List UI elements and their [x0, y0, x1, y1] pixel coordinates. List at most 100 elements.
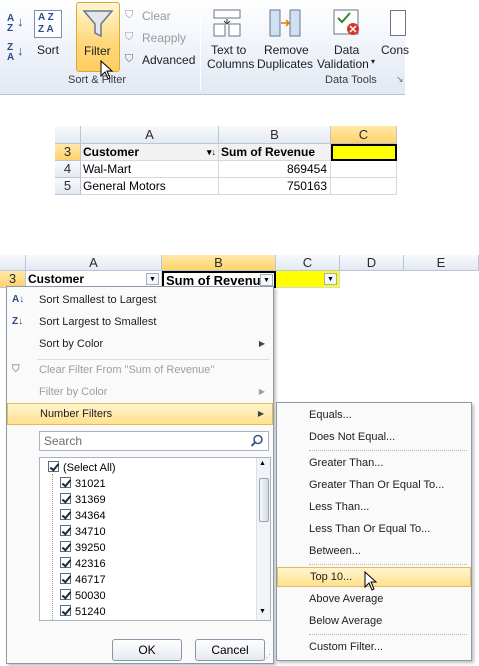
- menu-sort-smallest[interactable]: A↓ Sort Smallest to Largest: [7, 289, 273, 311]
- ok-button[interactable]: OK: [112, 639, 182, 661]
- sort-button-label[interactable]: Sort: [37, 43, 59, 57]
- filter-dropdown-c-button[interactable]: ▼: [324, 273, 337, 285]
- column-header-a-2[interactable]: A: [26, 255, 162, 271]
- submenu-custom-filter[interactable]: Custom Filter...: [277, 637, 471, 657]
- list-item[interactable]: 46717: [60, 572, 106, 588]
- checkbox[interactable]: [60, 541, 71, 552]
- submenu-does-not-equal[interactable]: Does Not Equal...: [277, 427, 471, 447]
- checkbox[interactable]: [60, 525, 71, 536]
- mouse-cursor-icon-2: [364, 571, 378, 591]
- cell-b5[interactable]: 750163: [219, 178, 331, 195]
- submenu-below-average[interactable]: Below Average: [277, 611, 471, 631]
- cell-c4[interactable]: [331, 161, 397, 178]
- checkbox[interactable]: [60, 589, 71, 600]
- menu-filter-by-color[interactable]: Filter by Color ▶: [7, 381, 273, 403]
- column-header-d[interactable]: D: [340, 255, 404, 271]
- filter-dropdown-b-button[interactable]: ▼: [260, 274, 273, 286]
- scroll-up-icon[interactable]: ▲: [259, 460, 266, 467]
- select-all-corner-2[interactable]: [0, 255, 26, 271]
- column-header-e[interactable]: E: [404, 255, 479, 271]
- submenu-above-average[interactable]: Above Average: [277, 589, 471, 609]
- data-validation-line1[interactable]: Data: [334, 43, 359, 57]
- list-item[interactable]: 42316: [60, 556, 106, 572]
- submenu-greater-than[interactable]: Greater Than...: [277, 453, 471, 473]
- submenu-less-or-equal[interactable]: Less Than Or Equal To...: [277, 519, 471, 539]
- filter-dropdown-a-button[interactable]: ▼: [146, 273, 159, 285]
- sort-za-small-icon[interactable]: ZA: [7, 43, 14, 63]
- list-item-label: 42316: [75, 558, 106, 570]
- clear-button[interactable]: Clear: [142, 9, 171, 23]
- checkbox[interactable]: [60, 557, 71, 568]
- checkbox[interactable]: [60, 573, 71, 584]
- list-scrollbar[interactable]: ▲ ▼: [256, 458, 270, 620]
- menu-clear-filter[interactable]: ⛉ Clear Filter From "Sum of Revenue": [7, 359, 273, 381]
- remove-duplicates-line2[interactable]: Duplicates: [257, 57, 313, 71]
- funnel-icon: [82, 10, 114, 38]
- cell-a3[interactable]: Customer ▾↓: [81, 144, 219, 161]
- advanced-button[interactable]: Advanced: [142, 53, 195, 67]
- list-item[interactable]: 34710: [60, 524, 106, 540]
- sort-az-small-icon[interactable]: AZ: [7, 14, 14, 34]
- list-item[interactable]: (Select All): [48, 460, 116, 476]
- column-header-b[interactable]: B: [219, 126, 331, 144]
- search-input[interactable]: Search: [39, 431, 269, 451]
- row-header-4[interactable]: 4: [55, 161, 81, 178]
- submenu-equals[interactable]: Equals...: [277, 405, 471, 425]
- submenu-divider: [309, 450, 467, 451]
- cell-c5[interactable]: [331, 178, 397, 195]
- text-to-columns-line2[interactable]: Columns: [207, 57, 254, 71]
- data-tools-dialog-launcher-icon[interactable]: ↘: [396, 74, 404, 85]
- checkbox[interactable]: [60, 493, 71, 504]
- worksheet-top: A B C 3 4 5 Customer ▾↓ Sum of Revenue W…: [0, 114, 405, 195]
- list-item[interactable]: 31021: [60, 476, 106, 492]
- data-validation-line2[interactable]: Validation: [317, 57, 369, 71]
- data-validation-dropdown-arrow[interactable]: ▾: [371, 57, 375, 66]
- list-item[interactable]: 31369: [60, 492, 106, 508]
- cell-b3[interactable]: Sum of Revenue: [219, 144, 331, 161]
- checkbox[interactable]: [60, 605, 71, 616]
- sort-icon[interactable]: A Z Z A: [34, 10, 62, 38]
- text-to-columns-line1[interactable]: Text to: [211, 43, 246, 57]
- cell-a5[interactable]: General Motors: [81, 178, 219, 195]
- menu-sort-largest[interactable]: Z↓ Sort Largest to Smallest: [7, 311, 273, 333]
- submenu-greater-or-equal[interactable]: Greater Than Or Equal To...: [277, 475, 471, 495]
- scroll-thumb[interactable]: [259, 478, 269, 522]
- list-item[interactable]: 34364: [60, 508, 106, 524]
- cell-c3-bottom[interactable]: ▼: [276, 271, 340, 288]
- remove-duplicates-line1[interactable]: Remove: [264, 43, 309, 57]
- row-header-3[interactable]: 3: [55, 144, 81, 161]
- sort-indicator-icon[interactable]: ▾↓: [207, 144, 216, 160]
- menu-sort-by-color[interactable]: Sort by Color ▶: [7, 333, 273, 355]
- column-header-a[interactable]: A: [81, 126, 219, 144]
- remove-duplicates-icon: [269, 9, 301, 37]
- cell-a4[interactable]: Wal-Mart: [81, 161, 219, 178]
- reapply-button[interactable]: Reapply: [142, 31, 186, 45]
- submenu-divider-2: [309, 564, 467, 565]
- menu-sort-by-color-label: Sort by Color: [39, 338, 104, 350]
- column-header-c-2[interactable]: C: [276, 255, 340, 271]
- list-item[interactable]: 39250: [60, 540, 106, 556]
- list-item[interactable]: 51240: [60, 604, 106, 620]
- list-item-label: 34364: [75, 510, 106, 522]
- menu-number-filters[interactable]: Number Filters ▶: [7, 403, 273, 425]
- checkbox[interactable]: [60, 509, 71, 520]
- list-item[interactable]: 50030: [60, 588, 106, 604]
- submenu-divider-3: [309, 634, 467, 635]
- submenu-between[interactable]: Between...: [277, 541, 471, 561]
- number-filters-submenu: Equals... Does Not Equal... Greater Than…: [276, 402, 472, 661]
- checkbox[interactable]: [60, 477, 71, 488]
- list-item-label: 39250: [75, 542, 106, 554]
- consolidate-button-label[interactable]: Cons: [381, 43, 409, 57]
- column-header-b-2[interactable]: B: [162, 255, 276, 271]
- resize-grip-icon[interactable]: ⋰: [263, 653, 271, 662]
- cell-c3-selected[interactable]: [331, 144, 397, 161]
- scroll-down-icon[interactable]: ▼: [259, 608, 266, 615]
- column-header-c[interactable]: C: [331, 126, 397, 144]
- cell-b4[interactable]: 869454: [219, 161, 331, 178]
- select-all-corner[interactable]: [55, 126, 81, 144]
- row-header-5[interactable]: 5: [55, 178, 81, 195]
- checkbox[interactable]: [48, 461, 59, 472]
- submenu-less-than[interactable]: Less Than...: [277, 497, 471, 517]
- cancel-button[interactable]: Cancel: [195, 639, 265, 661]
- list-item-label: 31369: [75, 494, 106, 506]
